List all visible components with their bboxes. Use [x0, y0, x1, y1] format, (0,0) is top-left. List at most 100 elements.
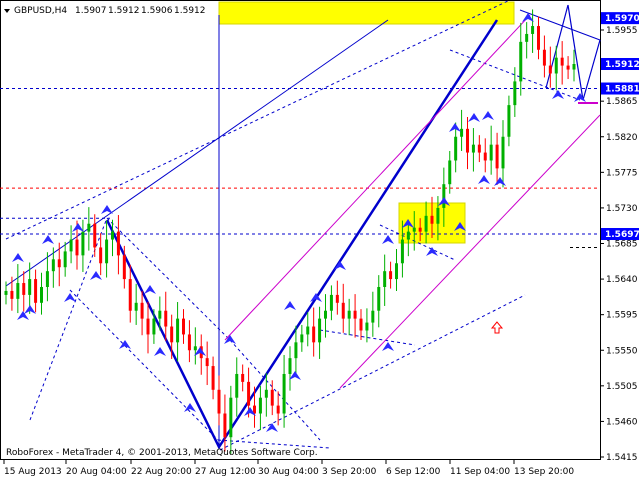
candle-body-91: [542, 49, 546, 66]
x-tick-label-1: 20 Aug 04:00: [66, 467, 127, 477]
candle-body-76: [454, 136, 458, 161]
candle-body-25: [152, 318, 156, 335]
candle-body-14: [87, 223, 91, 232]
candle-body-60: [359, 318, 363, 331]
candle-body-75: [448, 160, 452, 185]
candle-body-15: [93, 223, 97, 248]
candle-body-46: [276, 405, 280, 414]
candle-body-59: [353, 310, 357, 319]
candle-body-94: [560, 57, 564, 66]
candle-body-55: [329, 294, 333, 311]
candle-body-20: [122, 255, 126, 280]
candle-body-23: [140, 302, 144, 319]
candle-body-80: [477, 144, 481, 153]
candle-body-77: [460, 128, 464, 137]
candle-body-22: [134, 302, 138, 311]
candle-body-39: [235, 373, 239, 398]
target-zone-top: [218, 1, 515, 25]
high-value: 1.5912: [108, 6, 140, 16]
y-tick-label-4: 1.5775: [606, 168, 638, 178]
candle-body-65: [389, 271, 393, 280]
candle-body-17: [105, 239, 109, 264]
candle-body-56: [335, 294, 339, 303]
x-tick-label-3: 27 Aug 12:00: [195, 467, 256, 477]
candle-body-19: [116, 231, 120, 256]
candle-body-70: [418, 227, 422, 232]
price-box-label-2: 1.5881: [605, 85, 640, 95]
candle-body-52: [312, 326, 316, 343]
y-tick-label-8: 1.5595: [606, 311, 638, 321]
y-tick-label-11: 1.5460: [606, 417, 638, 427]
candle-body-47: [282, 373, 286, 414]
candle-body-53: [318, 318, 322, 343]
candle-body-92: [548, 65, 552, 74]
candle-body-51: [306, 326, 310, 335]
candle-body-35: [211, 366, 215, 390]
open-value: 1.5907: [75, 6, 107, 16]
x-tick-label-8: 13 Sep 20:00: [514, 467, 574, 477]
copyright-text: RoboForex - MetaTrader 4, © 2001-2013, M…: [6, 448, 318, 458]
candle-body-38: [229, 397, 233, 438]
y-tick-label-2: 1.5865: [606, 97, 638, 107]
candle-body-11: [69, 239, 73, 252]
candle-body-16: [99, 247, 103, 264]
candle-body-74: [442, 184, 446, 208]
candle-body-48: [288, 358, 292, 374]
candle-body-24: [146, 318, 150, 335]
candle-body-18: [111, 231, 114, 240]
candle-body-63: [377, 286, 381, 311]
candle-body-67: [400, 239, 404, 264]
low-value: 1.5906: [141, 6, 173, 16]
candle-body-69: [412, 227, 416, 232]
y-tick-label-10: 1.5505: [606, 382, 638, 392]
candle-body-58: [347, 310, 351, 319]
candle-body-9: [57, 259, 61, 268]
candle-body-68: [406, 231, 410, 240]
price-box-label-1: 1.5912: [605, 60, 640, 70]
candle-body-72: [430, 215, 434, 224]
candle-body-84: [501, 136, 505, 169]
candle-body-81: [483, 152, 487, 161]
candle-body-32: [193, 346, 197, 351]
candle-body-36: [217, 389, 221, 414]
candle-body-29: [176, 318, 180, 343]
candle-body-87: [519, 41, 523, 82]
candle-body-64: [383, 271, 387, 287]
candle-body-86: [513, 81, 517, 106]
price-box-label-3: 1.5697: [605, 230, 640, 240]
close-value: 1.5912: [174, 6, 206, 16]
y-tick-label-7: 1.5640: [606, 275, 638, 285]
price-box-label-0: 1.5970: [605, 14, 640, 24]
candle-body-4: [28, 279, 32, 295]
candle-body-89: [531, 26, 535, 34]
candle-body-26: [158, 310, 162, 319]
candle-body-71: [424, 215, 428, 232]
candle-body-37: [223, 413, 227, 438]
candle-body-95: [566, 65, 570, 70]
x-tick-label-2: 22 Aug 20:00: [131, 467, 192, 477]
candle-body-41: [247, 381, 251, 406]
candle-body-49: [294, 342, 298, 359]
candle-body-0: [4, 290, 8, 295]
candle-body-7: [45, 271, 49, 287]
candle-body-83: [495, 144, 499, 169]
symbol-text: GBPUSD,H4: [14, 6, 67, 16]
candle-body-31: [187, 334, 191, 351]
candle-body-3: [22, 283, 26, 295]
candle-body-8: [51, 259, 55, 272]
y-tick-label-9: 1.5550: [606, 346, 638, 356]
y-tick-label-3: 1.5820: [606, 133, 638, 143]
candle-body-43: [258, 397, 262, 414]
y-tick-label-0: 1.5955: [606, 26, 638, 36]
candle-body-85: [507, 105, 511, 137]
x-tick-label-4: 30 Aug 04:00: [258, 467, 319, 477]
y-tick-label-12: 1.5415: [606, 453, 638, 463]
symbol-header: GBPUSD,H4 1.5907 1.5912 1.5906 1.5912: [4, 6, 206, 16]
candle-body-54: [324, 310, 327, 319]
y-tick-label-5: 1.5730: [606, 204, 638, 214]
candle-body-1: [10, 290, 14, 299]
candle-body-73: [436, 207, 440, 224]
candle-body-40: [241, 373, 245, 382]
candle-body-82: [489, 144, 493, 161]
candle-body-90: [537, 26, 540, 50]
